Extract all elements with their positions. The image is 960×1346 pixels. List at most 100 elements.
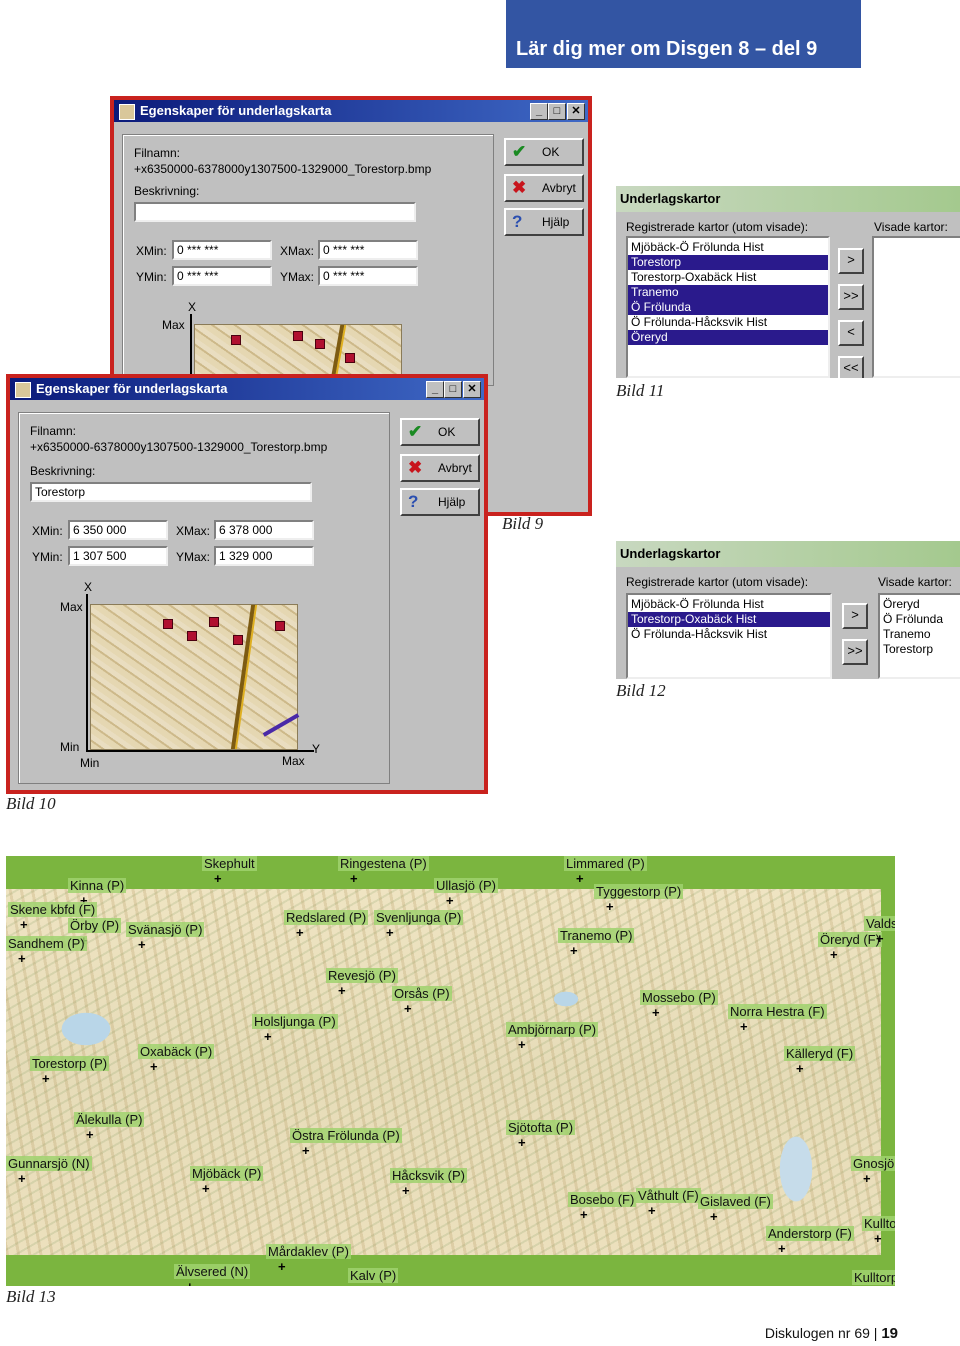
map-place-label: Holsljunga (P)	[252, 1014, 338, 1029]
church-icon: +	[404, 1001, 412, 1016]
map-marker	[293, 331, 303, 341]
church-icon: +	[138, 937, 146, 952]
church-icon: +	[360, 1284, 368, 1286]
map-place-label: Örby (P)	[68, 918, 122, 933]
xmax-field[interactable]: 6 378 000	[214, 520, 314, 540]
ymin-field[interactable]: 0 *** ***	[172, 266, 272, 286]
list-item[interactable]: Mjöbäck-Ö Frölunda Hist	[628, 240, 828, 255]
xmin-field[interactable]: 0 *** ***	[172, 240, 272, 260]
minimize-button[interactable]: _	[530, 103, 548, 120]
church-icon: +	[296, 925, 304, 940]
list-item[interactable]: Torestorp	[880, 642, 960, 657]
footer-text: Diskulogen nr 69 |	[764, 1325, 878, 1341]
ymin-field[interactable]: 1 307 500	[68, 546, 168, 566]
map-place-label: Mossebo (P)	[640, 990, 718, 1005]
map-place-label: Bosebo (F)	[568, 1192, 637, 1207]
ymax-field[interactable]: 0 *** ***	[318, 266, 418, 286]
list-item[interactable]: Torestorp-Oxabäck Hist	[628, 612, 830, 627]
close-button[interactable]: ✕	[463, 381, 481, 398]
axis-x-label: X	[188, 300, 197, 314]
map-place-label: Kinna (P)	[68, 878, 127, 893]
help-button[interactable]: ? Hjälp	[504, 208, 584, 236]
church-icon: +	[863, 1171, 871, 1186]
map-place-label: Gnosjö	[851, 1156, 895, 1171]
list-item[interactable]: Mjöbäck-Ö Frölunda Hist	[628, 597, 830, 612]
list-item[interactable]: Ö Frölunda-Håcksvik Hist	[628, 315, 828, 330]
move-one-button[interactable]: >	[842, 603, 868, 629]
axis-x-line	[86, 594, 88, 752]
church-icon: +	[446, 893, 454, 908]
window-icon	[15, 382, 31, 398]
map-place-label: Tyggestorp (P)	[594, 884, 684, 899]
axis-x-label: X	[84, 580, 93, 594]
axis-y-line	[86, 750, 314, 752]
ok-button[interactable]: ✔ OK	[400, 418, 480, 446]
church-icon: +	[874, 1231, 882, 1246]
maximize-button[interactable]: □	[548, 103, 566, 120]
shown-label: Visade kartor:	[878, 575, 952, 589]
close-button[interactable]: ✕	[567, 103, 585, 120]
xmin-label: XMin:	[136, 244, 167, 258]
church-icon: +	[264, 1029, 272, 1044]
description-label: Beskrivning:	[134, 184, 200, 198]
underlag-panel-bild11: Underlagskartor Registrerade kartor (uto…	[616, 186, 960, 378]
minimize-button[interactable]: _	[426, 381, 444, 398]
church-icon: +	[338, 983, 346, 998]
map-place-label: Anderstorp (F)	[766, 1226, 854, 1241]
map-place-label: Öreryd (F)	[818, 932, 882, 947]
shown-list[interactable]	[872, 236, 960, 378]
church-icon: +	[876, 931, 884, 946]
description-field[interactable]	[134, 202, 416, 222]
xmax-label: XMax:	[176, 524, 211, 538]
church-icon: +	[778, 1241, 786, 1256]
map-road	[230, 605, 258, 749]
maximize-button[interactable]: □	[444, 381, 462, 398]
church-icon: +	[20, 917, 28, 932]
ok-button[interactable]: ✔ OK	[504, 138, 584, 166]
map-place-label: Oxabäck (P)	[138, 1044, 215, 1059]
caption-bild9: Bild 9	[502, 514, 544, 533]
map-place-label: Källeryd (F)	[784, 1046, 856, 1061]
move-one-button[interactable]: >	[838, 248, 864, 274]
axis-y-label: Y	[312, 742, 321, 756]
list-item[interactable]: Öreryd	[628, 330, 828, 345]
move-back-button[interactable]: <	[838, 320, 864, 346]
church-icon: +	[796, 1061, 804, 1076]
cancel-button[interactable]: ✖ Avbryt	[504, 174, 584, 202]
registered-label: Registrerade kartor (utom visade):	[626, 220, 809, 234]
list-item[interactable]: Ö Frölunda	[628, 300, 828, 315]
move-all-button[interactable]: >>	[842, 639, 868, 665]
list-item[interactable]: Tranemo	[880, 627, 960, 642]
shown-list[interactable]: Öreryd Ö Frölunda Tranemo Torestorp	[878, 593, 960, 679]
move-all-button[interactable]: >>	[838, 284, 864, 310]
map-place-label: Håcksvik (P)	[390, 1168, 467, 1183]
description-field[interactable]: Torestorp	[30, 482, 312, 502]
list-item[interactable]: Tranemo	[628, 285, 828, 300]
help-button[interactable]: ? Hjälp	[400, 488, 480, 516]
map-place-label: Östra Frölunda (P)	[290, 1128, 402, 1143]
registered-list[interactable]: Mjöbäck-Ö Frölunda Hist Torestorp-Oxabäck…	[626, 593, 832, 679]
xmin-label: XMin:	[32, 524, 63, 538]
help-icon: ?	[408, 492, 419, 511]
move-back-all-button[interactable]: <<	[838, 356, 864, 378]
caption-bild10: Bild 10	[6, 794, 56, 813]
list-item[interactable]: Ö Frölunda-Håcksvik Hist	[628, 627, 830, 642]
cross-icon: ✖	[408, 458, 423, 477]
cancel-button[interactable]: ✖ Avbryt	[400, 454, 480, 482]
registered-list[interactable]: Mjöbäck-Ö Frölunda Hist Torestorp Torestor…	[626, 236, 830, 378]
map-place-label: Revesjö (P)	[326, 968, 398, 983]
map-place-label: Norra Hestra (F)	[728, 1004, 827, 1019]
xmin-field[interactable]: 6 350 000	[68, 520, 168, 540]
list-item[interactable]: Öreryd	[880, 597, 960, 612]
ymax-field[interactable]: 1 329 000	[214, 546, 314, 566]
map-place-label: Gunnarsjö (N)	[6, 1156, 92, 1171]
church-icon: +	[710, 1209, 718, 1224]
list-item[interactable]: Torestorp-Oxabäck Hist	[628, 270, 828, 285]
xmax-label: XMax:	[280, 244, 315, 258]
church-icon: +	[42, 1071, 50, 1086]
map-place-label: Kullto	[862, 1216, 895, 1231]
xmax-field[interactable]: 0 *** ***	[318, 240, 418, 260]
list-item[interactable]: Torestorp	[628, 255, 828, 270]
church-icon: +	[740, 1019, 748, 1034]
list-item[interactable]: Ö Frölunda	[880, 612, 960, 627]
